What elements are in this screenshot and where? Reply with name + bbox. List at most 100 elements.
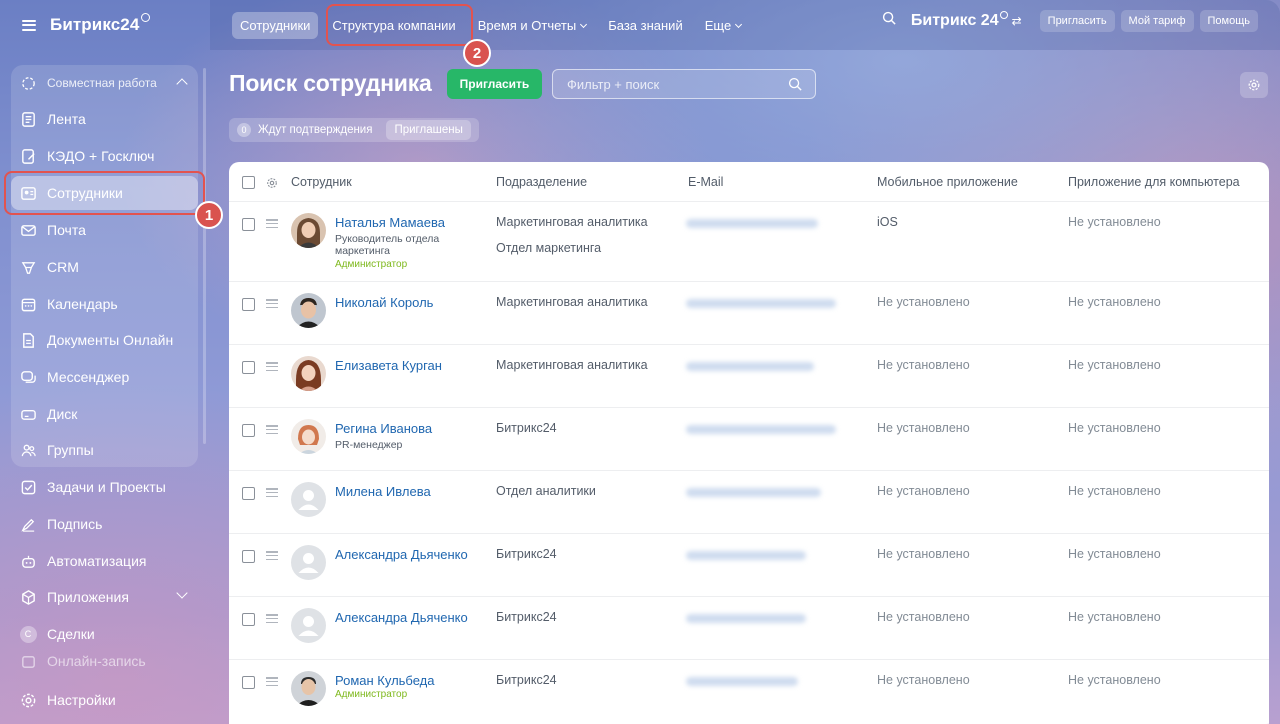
table-row[interactable]: Милена Ивлева Отдел аналитики Не установ…	[229, 471, 1269, 534]
admin-badge: Администратор	[335, 689, 408, 700]
col-email[interactable]: E-Mail	[688, 175, 723, 189]
employee-name[interactable]: Милена Ивлева	[335, 484, 431, 499]
drag-handle-icon[interactable]	[266, 425, 278, 434]
feed-icon	[19, 110, 37, 128]
sidebar-item-automation[interactable]: Автоматизация	[11, 544, 198, 578]
employee-name[interactable]: Регина Иванова	[335, 421, 432, 436]
sidebar-item-deals[interactable]: С Сделки	[11, 617, 198, 651]
row-checkbox[interactable]	[242, 613, 255, 626]
table-row[interactable]: Елизавета Курган Маркетинговая аналитика…	[229, 345, 1269, 408]
tab-awaiting-confirmation[interactable]: 0 Ждут подтверждения	[237, 123, 372, 137]
search-icon[interactable]	[882, 11, 897, 31]
highlight-employees	[4, 171, 205, 215]
desktop-app-status: Не установлено	[1068, 215, 1161, 229]
email-blurred	[686, 488, 821, 497]
swap-icon[interactable]: ⇄	[1012, 14, 1022, 28]
menu-burger-icon[interactable]	[22, 19, 36, 31]
sidebar-scrollbar[interactable]	[203, 68, 206, 444]
sidebar-item-label: Группы	[47, 442, 94, 458]
row-checkbox[interactable]	[242, 424, 255, 437]
mobile-app-status: iOS	[877, 215, 898, 229]
column-settings-icon[interactable]	[266, 176, 278, 194]
sidebar-item-feed[interactable]: Лента	[11, 102, 198, 136]
employee-name[interactable]: Николай Король	[335, 295, 433, 310]
top-nav-time-reports[interactable]: Время и Отчеты	[470, 12, 595, 39]
row-checkbox[interactable]	[242, 298, 255, 311]
col-desktop-app[interactable]: Приложение для компьютера	[1068, 175, 1240, 189]
department: Маркетинговая аналитика	[496, 295, 648, 309]
filter-search-input[interactable]: Фильтр + поиск	[552, 69, 816, 99]
search-icon[interactable]	[788, 77, 803, 95]
invite-top-button[interactable]: Пригласить	[1039, 10, 1115, 32]
table-row[interactable]: Регина Иванова PR-менеджер Битрикс24 Не …	[229, 408, 1269, 471]
sidebar-item-partial[interactable]: Онлайн-запись	[11, 652, 198, 670]
sidebar-item-messenger[interactable]: Мессенджер	[11, 360, 198, 394]
avatar-placeholder[interactable]	[291, 608, 326, 643]
sidebar-item-documents[interactable]: Документы Онлайн	[11, 323, 198, 357]
drag-handle-icon[interactable]	[266, 551, 278, 560]
table-row[interactable]: Роман Кульбеда Администратор Битрикс24 Н…	[229, 660, 1269, 723]
sidebar-item-signature[interactable]: Подпись	[11, 507, 198, 541]
sidebar-group-header[interactable]: Совместная работа	[11, 66, 198, 100]
settings-gear-button[interactable]	[1240, 72, 1268, 98]
row-checkbox[interactable]	[242, 487, 255, 500]
drag-handle-icon[interactable]	[266, 299, 278, 308]
table-row[interactable]: Александра Дьяченко Битрикс24 Не установ…	[229, 534, 1269, 597]
top-nav-more[interactable]: Еще	[697, 12, 749, 39]
top-nav-employees[interactable]: Сотрудники	[232, 12, 319, 39]
table-row[interactable]: Наталья Мамаева Руководитель отдела марк…	[229, 202, 1269, 282]
avatar[interactable]	[291, 671, 326, 706]
employee-position: Руководитель отдела маркетинга	[335, 233, 440, 257]
col-mobile-app[interactable]: Мобильное приложение	[877, 175, 1018, 189]
sidebar-item-settings[interactable]: Настройки	[11, 683, 198, 717]
help-button[interactable]: Помощь	[1199, 10, 1258, 32]
sidebar-item-tasks[interactable]: Задачи и Проекты	[11, 470, 198, 504]
employee-position: PR-менеджер	[335, 439, 403, 451]
avatar-placeholder[interactable]	[291, 482, 326, 517]
desktop-app-status: Не установлено	[1068, 484, 1161, 498]
drag-handle-icon[interactable]	[266, 677, 278, 686]
row-checkbox[interactable]	[242, 550, 255, 563]
avatar[interactable]	[291, 419, 326, 454]
col-department[interactable]: Подразделение	[496, 175, 587, 189]
sidebar-item-label: Автоматизация	[47, 553, 147, 569]
sidebar-item-crm[interactable]: CRM	[11, 250, 198, 284]
row-checkbox[interactable]	[242, 218, 255, 231]
employee-name[interactable]: Наталья Мамаева	[335, 215, 445, 230]
row-checkbox[interactable]	[242, 676, 255, 689]
messenger-icon	[19, 368, 37, 386]
select-all-checkbox[interactable]	[242, 176, 255, 189]
sidebar-item-mail[interactable]: Почта	[11, 213, 198, 247]
table-row[interactable]: Николай Король Маркетинговая аналитика Н…	[229, 282, 1269, 345]
top-nav-knowledge-base[interactable]: База знаний	[600, 12, 691, 39]
sidebar-item-groups[interactable]: Группы	[11, 433, 198, 467]
brand-text: Битрикс 24	[910, 12, 999, 29]
logo[interactable]: Битрикс24	[50, 15, 139, 35]
sidebar-item-calendar[interactable]: Календарь	[11, 287, 198, 321]
drag-handle-icon[interactable]	[266, 488, 278, 497]
avatar-placeholder[interactable]	[291, 545, 326, 580]
invite-button[interactable]: Пригласить	[447, 69, 542, 99]
avatar[interactable]	[291, 293, 326, 328]
drag-handle-icon[interactable]	[266, 219, 278, 228]
table-row[interactable]: Александра Дьяченко Битрикс24 Не установ…	[229, 597, 1269, 660]
employee-name[interactable]: Александра Дьяченко	[335, 610, 468, 625]
employee-name[interactable]: Елизавета Курган	[335, 358, 442, 373]
brand-logo[interactable]: Битрикс 24	[910, 11, 1008, 30]
avatar[interactable]	[291, 213, 326, 248]
sidebar-item-apps[interactable]: Приложения	[11, 580, 198, 614]
filter-placeholder: Фильтр + поиск	[567, 76, 660, 92]
col-employee[interactable]: Сотрудник	[291, 175, 352, 189]
employee-name[interactable]: Роман Кульбеда	[335, 673, 435, 688]
avatar[interactable]	[291, 356, 326, 391]
mobile-app-status: Не установлено	[877, 547, 970, 561]
drag-handle-icon[interactable]	[266, 614, 278, 623]
desktop-app-status: Не установлено	[1068, 295, 1161, 309]
sidebar-item-kedo[interactable]: КЭДО + Госключ	[11, 139, 198, 173]
sidebar-item-disk[interactable]: Диск	[11, 397, 198, 431]
tariff-button[interactable]: Мой тариф	[1120, 10, 1194, 32]
tab-invited[interactable]: Приглашены	[386, 120, 471, 140]
drag-handle-icon[interactable]	[266, 362, 278, 371]
row-checkbox[interactable]	[242, 361, 255, 374]
employee-name[interactable]: Александра Дьяченко	[335, 547, 468, 562]
